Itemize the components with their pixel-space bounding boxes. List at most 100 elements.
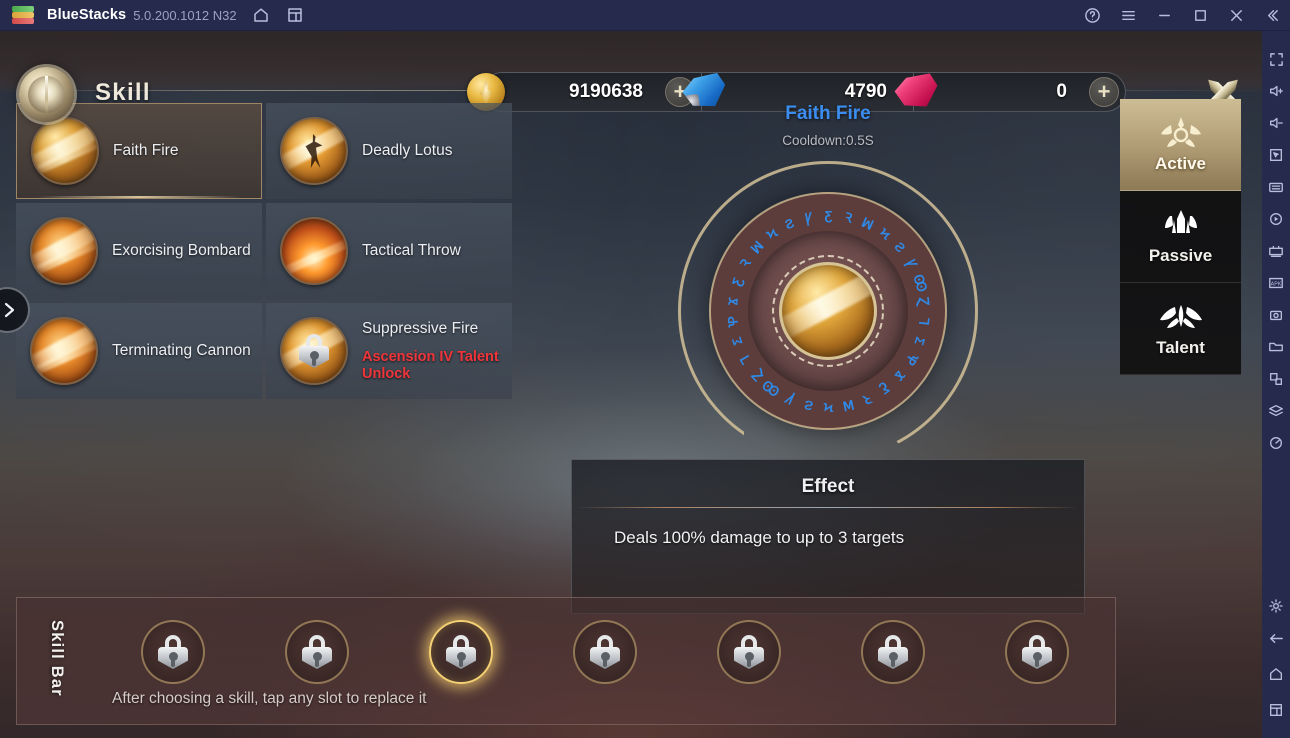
emblem-rune: Ꝕ [724,315,742,328]
skill-slot-7[interactable] [1005,620,1069,684]
emblem-dashed-ring [772,255,884,367]
lock-icon [878,635,908,669]
emblem-rune: Ꝕ [902,350,921,369]
help-icon[interactable] [1074,0,1110,31]
emblem-rune: Ꝩ [803,209,814,226]
skill-slot-3[interactable] [429,620,493,684]
skill-name: Tactical Throw [362,241,461,259]
rotate-icon[interactable] [1262,363,1290,395]
gold-value: 9190638 [569,81,643,102]
multi-instance-icon[interactable] [285,5,305,25]
window-controls [1074,0,1290,31]
cursor-icon[interactable] [1262,139,1290,171]
svg-text:APK: APK [1271,282,1282,288]
skill-emblem: ƸꝚꟽϞƧꝨꙬⱿꞀƩꝔϪƸꝚꟽϞƧꝨꙬⱿꞀƩꝔϪƸꝚꟽϞƧꝨ [663,161,993,461]
tab-label: Passive [1148,246,1213,265]
recents-icon[interactable] [1262,694,1290,726]
emblem-rune: Ꝛ [843,209,854,226]
tab-label: Talent [1156,338,1205,357]
ruby-add-button[interactable]: + [1089,77,1119,107]
app-version: 5.0.200.1012 N32 [133,7,237,23]
helm-wings-icon [1157,207,1205,243]
skill-card-suppressive-fire[interactable]: Suppressive Fire Ascension IV Talent Unl… [266,303,512,399]
minimize-icon[interactable] [1146,0,1182,31]
install-apk-icon[interactable]: APK [1262,267,1290,299]
lock-icon [299,334,329,368]
home-icon[interactable] [1262,658,1290,690]
skill-icon [30,217,98,285]
detail-cooldown: Cooldown:0.5S [782,133,874,148]
skill-slot-4[interactable] [573,620,637,684]
skill-name: Deadly Lotus [362,141,453,159]
emblem-rune: Ɀ [916,296,932,307]
folder-icon[interactable] [1262,331,1290,363]
skill-card-exorcising-bombard[interactable]: Exorcising Bombard [16,203,262,299]
detail-skill-name: Faith Fire [785,103,871,124]
tab-talent[interactable]: Talent [1120,283,1241,375]
skill-card-terminating-cannon[interactable]: Terminating Cannon [16,303,262,399]
tab-active[interactable]: Active [1120,99,1241,191]
bluestacks-title-bar: BlueStacks 5.0.200.1012 N32 [0,0,1290,31]
skill-name: Exorcising Bombard [112,241,251,259]
volume-up-icon[interactable] [1262,75,1290,107]
tab-label: Active [1154,154,1207,173]
skill-bar: Skill Bar After choosing a skill, tap an… [16,597,1116,725]
skill-card-tactical-throw[interactable]: Tactical Throw [266,203,512,299]
skill-slot-6[interactable] [861,620,925,684]
bluestacks-side-toolbar: APK [1262,31,1290,738]
collapse-icon[interactable] [1254,0,1290,31]
layers-icon[interactable] [1262,395,1290,427]
skill-list: Faith Fire Deadly Lotus Exorcising Bomba… [16,103,512,403]
keyboard-icon[interactable] [1262,171,1290,203]
emblem-rune: Ϟ [823,400,834,415]
skill-icon [280,117,348,185]
lock-icon [734,635,764,669]
emblem-rune: Ꝩ [783,390,796,408]
feather-wings-icon [1157,299,1205,335]
lock-icon [158,635,188,669]
lock-icon [1022,635,1052,669]
maximize-icon[interactable] [1182,0,1218,31]
emblem-rune: Ꞁ [916,317,932,326]
effect-title: Effect [801,476,855,497]
skill-name: Suppressive Fire [362,319,479,337]
performance-icon[interactable] [1262,427,1290,459]
bluestacks-logo-icon [12,6,34,24]
app-name: BlueStacks [47,7,127,23]
lock-icon [590,635,620,669]
back-icon[interactable] [1262,622,1290,654]
skill-name: Faith Fire [113,141,179,159]
emblem-rune: Ƹ [824,208,833,223]
skill-slot-1[interactable] [141,620,205,684]
skill-unlock-note: Ascension IV Talent Unlock [362,348,499,382]
emblem-rune: Ꙭ [910,272,931,294]
skill-slot-2[interactable] [285,620,349,684]
screenshot-icon[interactable] [1262,299,1290,331]
ruby-value: 0 [1056,81,1067,102]
skill-icon [280,317,348,385]
volume-down-icon[interactable] [1262,107,1290,139]
menu-icon[interactable] [1110,0,1146,31]
crown-wings-icon [1157,115,1205,151]
skill-icon [280,217,348,285]
close-icon[interactable] [1218,0,1254,31]
emblem-rune: Ƨ [802,397,815,414]
diamond-value: 4790 [844,81,887,102]
emblem-rune: Ʃ [911,335,929,348]
skill-card-deadly-lotus[interactable]: Deadly Lotus [266,103,512,199]
skill-bar-label: Skill Bar [48,620,66,697]
tab-passive[interactable]: Passive [1120,191,1241,283]
emblem-rune: ꟽ [841,396,856,414]
skill-category-tabs: Active Passive Talent [1120,99,1241,375]
skill-crest-icon [19,67,74,122]
home-icon[interactable] [251,5,271,25]
multi-instance-manager-icon[interactable] [1262,235,1290,267]
skill-slot-5[interactable] [717,620,781,684]
macro-icon[interactable] [1262,203,1290,235]
effect-description: Deals 100% damage to up to 3 targets [614,528,905,547]
fullscreen-icon[interactable] [1262,43,1290,75]
skill-icon [31,117,99,185]
emblem-rune: Ʃ [728,335,746,348]
skill-name: Terminating Cannon [112,341,251,359]
settings-icon[interactable] [1262,590,1290,622]
